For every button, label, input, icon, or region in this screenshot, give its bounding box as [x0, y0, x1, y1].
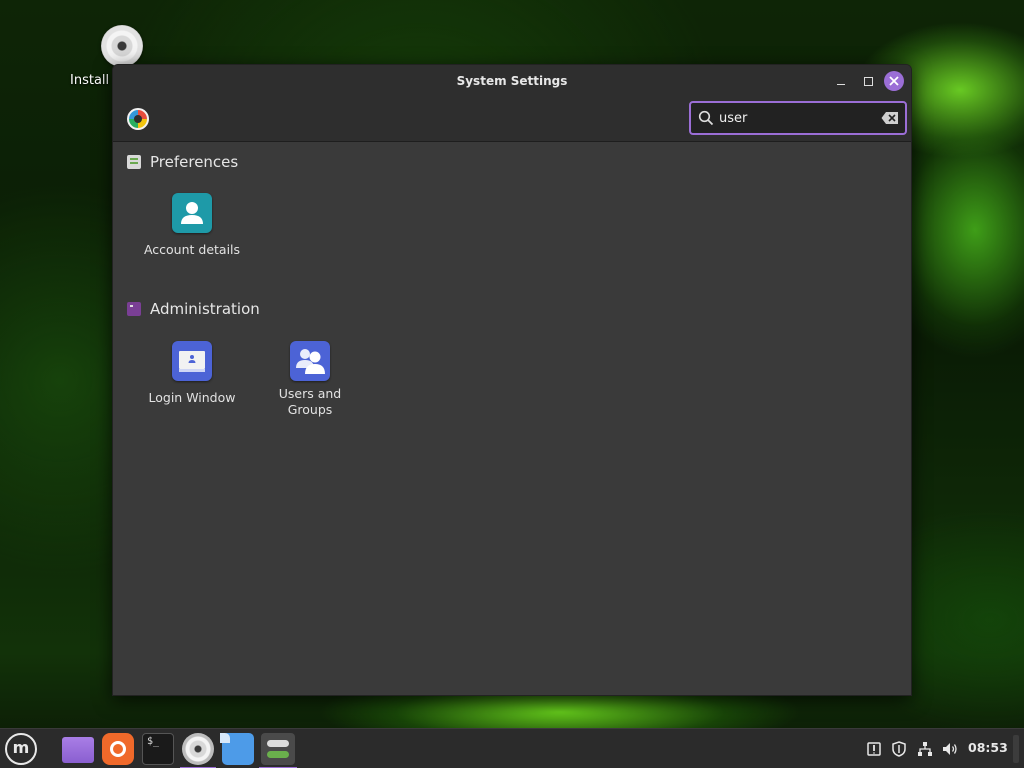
- section-title: Preferences: [150, 153, 239, 171]
- settings-icon: [267, 740, 289, 747]
- volume-button[interactable]: [942, 741, 958, 757]
- shield-icon: [892, 741, 906, 757]
- search-icon: [698, 110, 714, 126]
- users-groups-icon: [290, 341, 330, 381]
- system-settings-task[interactable]: [259, 733, 297, 768]
- account-details-item[interactable]: Account details: [137, 193, 247, 258]
- mint-logo-icon: m: [12, 738, 30, 757]
- update-manager-icon: [867, 742, 881, 756]
- section-preferences: Preferences: [127, 153, 238, 171]
- desktop-icon-label: Install: [70, 73, 110, 88]
- account-icon: [172, 193, 212, 233]
- firefox-launcher[interactable]: [102, 733, 134, 765]
- section-title: Administration: [150, 300, 260, 318]
- minimize-button[interactable]: [831, 71, 851, 91]
- files-launcher[interactable]: [62, 737, 94, 763]
- administration-icon: [127, 302, 141, 316]
- window-title: System Settings: [456, 74, 568, 88]
- documents-launcher[interactable]: [220, 733, 254, 765]
- terminal-icon: $_: [147, 736, 160, 747]
- item-label: Login Window: [148, 390, 236, 405]
- close-icon: [889, 76, 899, 86]
- window-header[interactable]: System Settings: [113, 65, 911, 142]
- login-window-icon: [172, 341, 212, 381]
- section-administration: Administration: [127, 300, 260, 318]
- taskbar: m $_ 08:53: [0, 728, 1024, 768]
- preferences-icon: [127, 155, 141, 169]
- network-button[interactable]: [917, 741, 933, 757]
- item-label: Users and Groups: [278, 386, 342, 417]
- login-window-item[interactable]: Login Window: [137, 341, 247, 406]
- clock[interactable]: 08:53: [968, 740, 1008, 755]
- disc-icon: [101, 25, 143, 67]
- maximize-button[interactable]: [858, 71, 878, 91]
- item-label: Account details: [143, 242, 241, 257]
- menu-button[interactable]: m: [5, 733, 37, 765]
- shield-button[interactable]: [891, 741, 907, 757]
- close-button[interactable]: [884, 71, 904, 91]
- users-and-groups-item[interactable]: Users and Groups: [255, 341, 365, 418]
- clear-search-icon[interactable]: [881, 111, 899, 125]
- network-icon: [918, 742, 932, 756]
- terminal-launcher[interactable]: $_: [142, 733, 174, 765]
- system-settings-window: System Settings Preferences: [112, 64, 912, 696]
- volume-icon: [943, 743, 957, 755]
- update-manager-button[interactable]: [866, 741, 882, 757]
- search-field[interactable]: [689, 101, 907, 135]
- search-input[interactable]: [719, 108, 869, 128]
- show-desktop-button[interactable]: [1013, 735, 1019, 763]
- settings-app-icon: [127, 108, 149, 130]
- install-launcher[interactable]: [180, 733, 216, 768]
